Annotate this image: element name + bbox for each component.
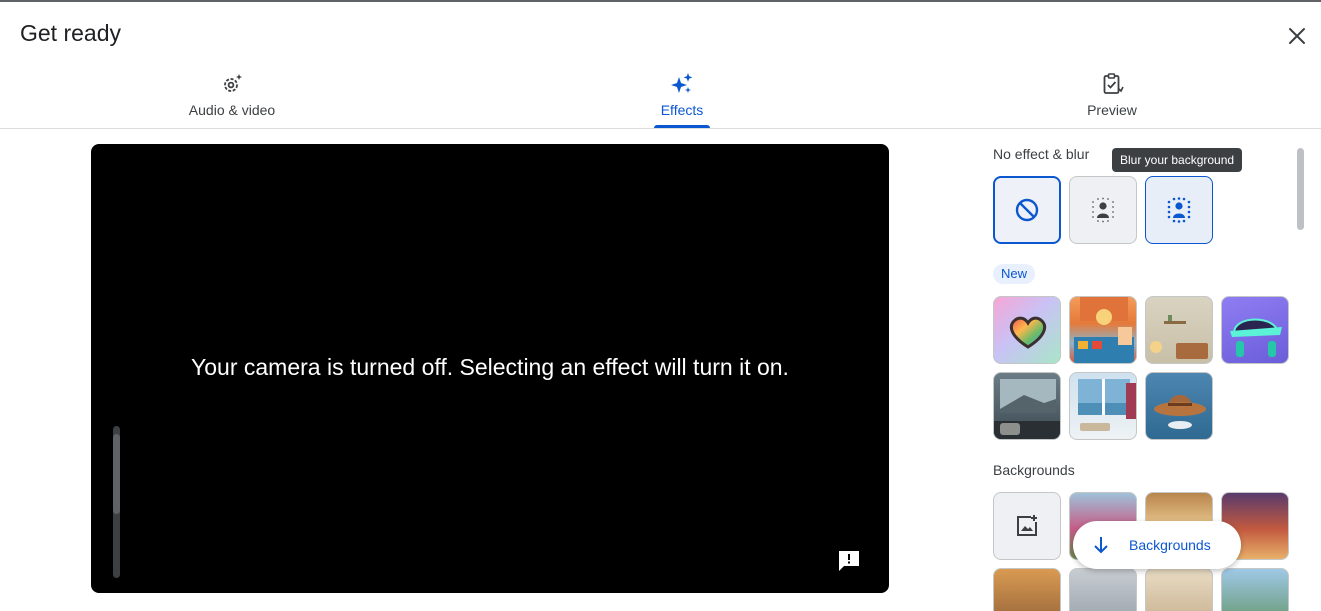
- cyber-hat-icon: [1230, 318, 1282, 357]
- balcony-scene-thumbnail[interactable]: [993, 372, 1061, 440]
- settings-sparkle-icon: [224, 74, 242, 92]
- slight-blur-option[interactable]: [1069, 176, 1137, 244]
- heart-icon: [1009, 316, 1047, 349]
- cyber-hat-effect-thumbnail[interactable]: [1221, 296, 1289, 364]
- no-effect-option[interactable]: [993, 176, 1061, 244]
- add-photo-icon: [1017, 515, 1037, 536]
- clipboard-check-icon: [1103, 73, 1124, 94]
- seaside-room-scene-thumbnail[interactable]: [1069, 372, 1137, 440]
- tab-preview-label: Preview: [1087, 102, 1137, 118]
- tab-bar: Audio & video Effects Preview: [0, 66, 1321, 129]
- feedback-button[interactable]: [836, 548, 862, 574]
- tab-preview[interactable]: Preview: [1082, 66, 1142, 128]
- background-thumbnail[interactable]: [1221, 568, 1289, 611]
- cowboy-hat-effect-thumbnail[interactable]: [1145, 372, 1213, 440]
- tab-audio-video[interactable]: Audio & video: [171, 66, 293, 128]
- new-badge: New: [993, 264, 1036, 284]
- tab-audio-video-label: Audio & video: [188, 102, 276, 118]
- brightness-slider-thumb[interactable]: [113, 434, 120, 514]
- background-thumbnail[interactable]: [1069, 568, 1137, 611]
- effects-scrollbar[interactable]: [1297, 148, 1304, 230]
- window-top-border: [0, 0, 1321, 2]
- arrow-down-icon: [1094, 537, 1108, 554]
- tab-effects[interactable]: Effects: [651, 66, 713, 128]
- feedback-icon: [839, 551, 859, 571]
- living-room-scene-thumbnail[interactable]: [1145, 296, 1213, 364]
- dialog-title: Get ready: [20, 20, 121, 46]
- cowboy-hat-icon: [1154, 395, 1206, 429]
- balcony-scene-image: [994, 379, 1060, 439]
- block-icon: [1015, 198, 1039, 222]
- upload-background-button[interactable]: [993, 492, 1061, 560]
- person-blur-icon: [1167, 197, 1191, 223]
- close-icon: [1289, 28, 1305, 44]
- kitchen-scene-thumbnail[interactable]: [1069, 296, 1137, 364]
- sparkle-icon: [671, 73, 693, 93]
- camera-off-message: Your camera is turned off. Selecting an …: [191, 354, 789, 380]
- background-thumbnail[interactable]: [1145, 568, 1213, 611]
- jump-button-label: Backgrounds: [1129, 537, 1211, 553]
- person-blur-slight-icon: [1092, 197, 1114, 223]
- camera-preview: Your camera is turned off. Selecting an …: [91, 144, 889, 593]
- close-button[interactable]: [1283, 22, 1311, 50]
- tab-effects-label: Effects: [660, 102, 704, 118]
- heart-effect-thumbnail[interactable]: [993, 296, 1061, 364]
- active-tab-indicator: [654, 125, 710, 128]
- living-room-scene-image: [1150, 315, 1208, 359]
- no-effect-section-title: No effect & blur: [993, 146, 1090, 162]
- blur-tooltip: Blur your background: [1112, 148, 1243, 172]
- kitchen-scene-image: [1074, 297, 1134, 363]
- seaside-room-scene-image: [1078, 379, 1136, 431]
- backgrounds-section-title: Backgrounds: [993, 462, 1075, 478]
- brightness-slider[interactable]: [113, 426, 120, 578]
- background-thumbnail[interactable]: [993, 568, 1061, 611]
- jump-to-backgrounds-button[interactable]: Backgrounds: [1073, 521, 1241, 569]
- blur-background-option[interactable]: [1145, 176, 1213, 244]
